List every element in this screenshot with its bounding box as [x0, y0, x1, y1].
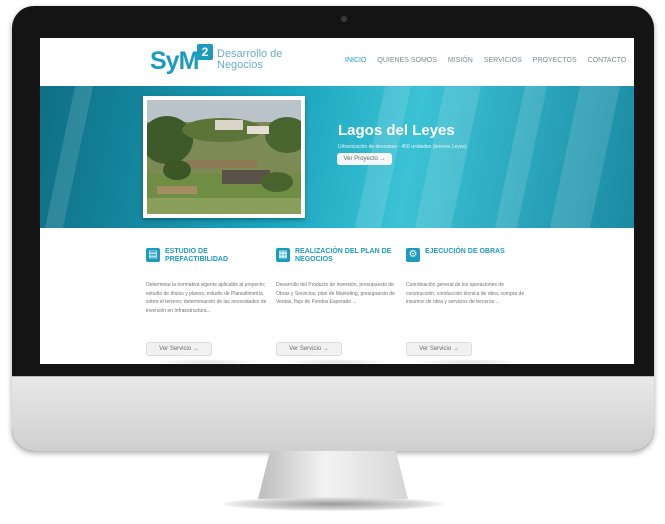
hero-decor: [414, 86, 482, 228]
main-menu: INICIO QUIENES SOMOS MISIÓN SERVICIOS PR…: [345, 57, 626, 64]
nav-item-quienes-somos[interactable]: QUIENES SOMOS: [377, 57, 437, 64]
service-title[interactable]: REALIZACIÓN DEL PLAN DE NEGOCIOS: [295, 248, 400, 263]
nav-item-contacto[interactable]: CONTACTO: [588, 57, 627, 64]
logo-mark[interactable]: SyM: [150, 47, 199, 76]
view-service-button[interactable]: Ver Servicio →: [406, 342, 472, 356]
website-screen: SyM 2 Desarrollo de Negocios INICIO QUIE…: [40, 38, 634, 364]
chin-divider: [12, 376, 654, 377]
logo-badge: 2: [197, 44, 213, 60]
view-project-button[interactable]: Ver Proyecto →: [337, 153, 392, 165]
monitor-base: [222, 497, 444, 511]
service-description: Determinar la normativa vigente aplicabl…: [146, 282, 267, 314]
chart-icon: ▦: [276, 248, 290, 262]
nav-item-proyectos[interactable]: PROYECTOS: [533, 57, 577, 64]
hero-photo: [143, 96, 305, 218]
service-description: Desarrollo del Producto de inversión, pr…: [276, 282, 395, 305]
hero-decor: [494, 86, 548, 228]
hero-decor: [549, 86, 621, 228]
nav-item-mision[interactable]: MISIÓN: [448, 57, 473, 64]
aerial-photo-image: [147, 100, 301, 214]
hero-title: Lagos del Leyes: [338, 122, 455, 139]
hero-subtitle: Urbanización de descanso - 450 unidades …: [338, 144, 467, 150]
document-icon: ▤: [146, 248, 160, 262]
monitor-stand: [258, 451, 408, 499]
monitor-chin: [12, 376, 654, 451]
card-shadow: [412, 359, 522, 364]
service-title[interactable]: EJECUCIÓN DE OBRAS: [425, 248, 530, 256]
view-service-button[interactable]: Ver Servicio →: [276, 342, 342, 356]
hero-banner: Lagos del Leyes Urbanización de descanso…: [40, 86, 634, 228]
service-title[interactable]: ESTUDIO DE PREFACTIBILIDAD: [165, 248, 270, 263]
card-shadow: [282, 359, 392, 364]
camera-icon: [341, 16, 347, 22]
nav-item-servicios[interactable]: SERVICIOS: [484, 57, 522, 64]
hero-decor: [44, 86, 94, 228]
nav-item-inicio[interactable]: INICIO: [345, 57, 366, 64]
service-description: Coordinación general de los operaciones …: [406, 282, 525, 305]
gear-icon: ⚙: [406, 248, 420, 262]
card-shadow: [152, 359, 262, 364]
view-service-button[interactable]: Ver Servicio →: [146, 342, 212, 356]
logo-subtitle: Desarrollo de Negocios: [217, 48, 283, 71]
top-navigation: SyM 2 Desarrollo de Negocios INICIO QUIE…: [40, 38, 634, 87]
